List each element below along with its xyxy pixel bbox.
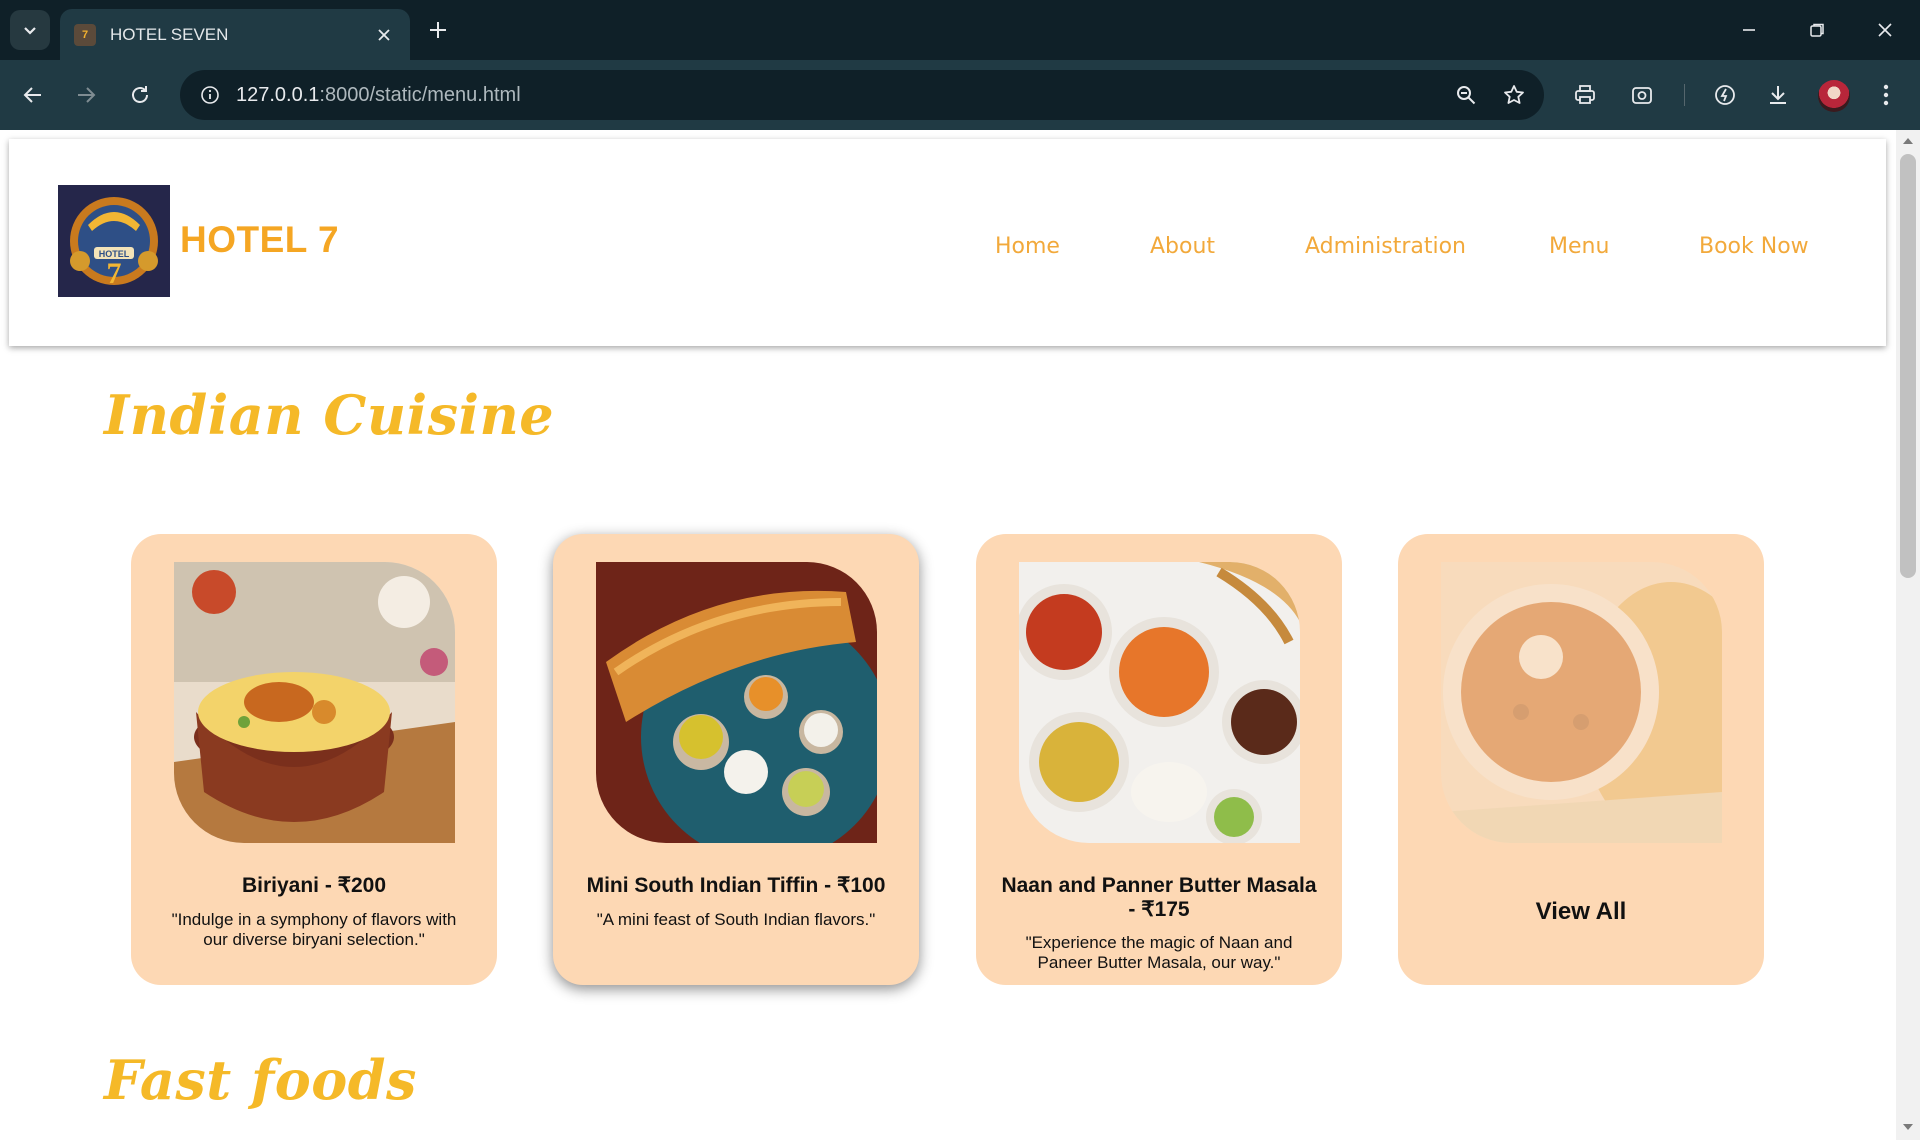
tiffin-image: [596, 562, 877, 843]
restore-icon: [1810, 23, 1824, 37]
view-all-link[interactable]: View All: [1398, 898, 1764, 926]
biriyani-image: [174, 562, 455, 843]
chevron-down-icon: [24, 27, 36, 35]
scroll-down-arrow[interactable]: [1903, 1124, 1913, 1130]
section-title-fast-foods: Fast foods: [104, 1048, 417, 1112]
hotel-crest-icon: HOTEL 7: [58, 185, 170, 297]
vertical-scrollbar[interactable]: [1896, 130, 1920, 1140]
page-viewport: HOTEL 7 HOTEL 7 Home About Administratio…: [0, 130, 1896, 1140]
toolbar-divider: [1684, 84, 1685, 106]
nav-home[interactable]: Home: [995, 234, 1060, 259]
nav-book-now[interactable]: Book Now: [1699, 234, 1809, 259]
download-icon: [1770, 86, 1786, 104]
forward-button[interactable]: [66, 75, 106, 115]
card-title: Biriyani - ₹200: [241, 874, 387, 897]
chole-bhature-image: [1441, 562, 1722, 843]
menu-card-tiffin[interactable]: Mini South Indian Tiffin - ₹100 "A mini …: [553, 534, 919, 985]
restore-button[interactable]: [1792, 10, 1842, 50]
profile-avatar[interactable]: [1818, 80, 1850, 112]
printer-icon: [1575, 85, 1595, 104]
hotel-logo[interactable]: HOTEL 7: [58, 185, 170, 297]
nav-administration[interactable]: Administration: [1305, 234, 1466, 259]
camera-search-icon: [1632, 87, 1652, 104]
arrow-left-icon: [23, 87, 41, 103]
speed-icon: [1715, 85, 1735, 105]
performance-button[interactable]: [1705, 75, 1745, 115]
lens-button[interactable]: [1622, 75, 1662, 115]
hotel-favicon-icon: 7: [74, 23, 96, 46]
card-title: Naan and Panner Butter Masala - ₹175: [1001, 874, 1317, 921]
minimize-icon: [1743, 29, 1755, 31]
zoom-button[interactable]: [1450, 79, 1482, 111]
zoom-icon: [1457, 86, 1476, 105]
address-bar[interactable]: 127.0.0.1:8000/static/menu.html: [180, 70, 1544, 120]
downloads-button[interactable]: [1758, 75, 1798, 115]
menu-card-biriyani[interactable]: Biriyani - ₹200 "Indulge in a symphony o…: [131, 534, 497, 985]
url-host: 127.0.0.1: [236, 84, 320, 106]
reload-icon: [132, 86, 148, 103]
minimize-button[interactable]: [1724, 10, 1774, 50]
active-tab[interactable]: 7 HOTEL SEVEN: [60, 9, 410, 60]
menu-card-view-all[interactable]: View All: [1398, 534, 1764, 985]
reload-button[interactable]: [120, 75, 160, 115]
nav-menu[interactable]: Menu: [1549, 234, 1609, 259]
info-icon: [201, 86, 219, 104]
new-tab-button[interactable]: [424, 16, 452, 44]
site-info-button[interactable]: [194, 79, 226, 111]
brand-name[interactable]: HOTEL 7: [180, 219, 339, 261]
site-header: HOTEL 7 HOTEL 7 Home About Administratio…: [9, 139, 1886, 346]
url-path: :8000/static/menu.html: [319, 84, 521, 106]
card-description: "A mini feast of South Indian flavors.": [596, 910, 876, 929]
browser-tab-strip: 7 HOTEL SEVEN: [0, 0, 1920, 60]
close-icon: [378, 28, 390, 41]
scroll-thumb[interactable]: [1900, 154, 1916, 578]
more-vertical-icon: [1883, 84, 1889, 106]
scroll-up-arrow[interactable]: [1903, 138, 1913, 144]
tab-title: HOTEL SEVEN: [110, 24, 229, 44]
tab-search-button[interactable]: [10, 10, 50, 50]
card-description: "Indulge in a symphony of flavors with o…: [171, 910, 457, 949]
browser-toolbar: 127.0.0.1:8000/static/menu.html: [0, 60, 1920, 130]
plus-icon: [430, 22, 446, 38]
card-title: Mini South Indian Tiffin - ₹100: [586, 874, 886, 897]
close-window-button[interactable]: [1860, 10, 1910, 50]
close-icon: [1878, 23, 1892, 37]
card-description: "Experience the magic of Naan and Paneer…: [1025, 933, 1293, 972]
nav-about[interactable]: About: [1150, 234, 1215, 259]
star-icon: [1504, 85, 1524, 104]
naan-paneer-image: [1019, 562, 1300, 843]
menu-card-naan-paneer[interactable]: Naan and Panner Butter Masala - ₹175 "Ex…: [976, 534, 1342, 985]
print-button[interactable]: [1565, 75, 1605, 115]
menu-button[interactable]: [1866, 75, 1906, 115]
svg-text:7: 7: [107, 257, 122, 290]
back-button[interactable]: [13, 75, 53, 115]
arrow-right-icon: [78, 87, 96, 103]
section-title-indian-cuisine: Indian Cuisine: [104, 383, 555, 447]
bookmark-button[interactable]: [1498, 79, 1530, 111]
tab-close-button[interactable]: [372, 23, 396, 47]
url-text[interactable]: 127.0.0.1:8000/static/menu.html: [236, 70, 521, 120]
